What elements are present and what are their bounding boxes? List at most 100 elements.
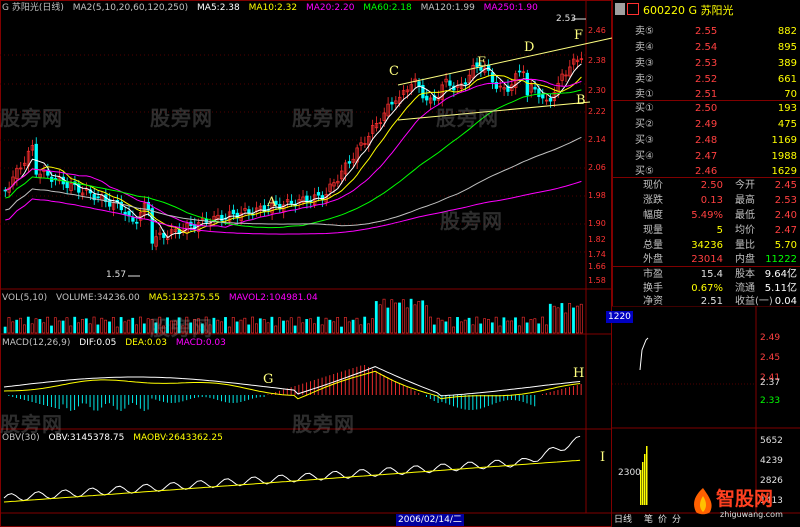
volume-bar [282, 320, 285, 334]
sell-row-4[interactable]: 卖④ 2.54 895 [613, 40, 800, 55]
stat-val: 2.45 [774, 180, 797, 191]
volume-bar [429, 316, 432, 334]
sell-vol: 882 [777, 26, 797, 37]
fund-key: 市盈 [643, 269, 663, 280]
volume-bar [510, 320, 514, 334]
volume-bar [517, 325, 521, 334]
volume-bar [541, 316, 544, 334]
vol-mavol2: MAVOL2:104981.04 [228, 293, 318, 303]
stat-key: 现价 [643, 180, 663, 191]
tab-tick[interactable]: 笔 [644, 514, 653, 527]
volume-bar [262, 319, 266, 334]
volume-bar [347, 321, 351, 334]
tab-minute[interactable]: 分 [672, 514, 681, 527]
volume-bar [390, 299, 394, 334]
fund-row: 市盈 15.4 股本 9.64亿 [613, 267, 800, 282]
volume-bar [483, 318, 486, 334]
volume-bar [247, 324, 251, 334]
stat-val: 5.49% [691, 210, 723, 221]
volume-bar [394, 302, 398, 334]
sell-row-2[interactable]: 卖② 2.52 661 [613, 72, 800, 87]
volume-bar [104, 319, 108, 334]
sell-row-5[interactable]: 卖⑤ 2.55 882 [613, 24, 800, 39]
tab-daily[interactable]: 日线 [614, 514, 632, 527]
buy-row-4[interactable]: 买④ 2.47 1988 [613, 149, 800, 164]
price-tick: 2.06 [588, 163, 606, 172]
candle-body [347, 161, 352, 164]
stat-key: 均价 [735, 225, 755, 236]
ma20-value: MA20:2.20 [305, 3, 355, 13]
buy-row-1[interactable]: 买① 2.50 193 [613, 101, 800, 116]
volume-bar [371, 318, 374, 334]
volume-bar [444, 321, 448, 334]
sell-price: 2.53 [695, 58, 718, 69]
volume-bar [448, 317, 452, 334]
volume-bar [146, 318, 150, 334]
volume-bar [359, 324, 363, 334]
sell-row-3[interactable]: 卖③ 2.53 389 [613, 56, 800, 71]
mini-volume-bar [644, 454, 646, 505]
volume-bar [552, 305, 556, 334]
volume-bar [111, 317, 115, 334]
volume-bar [7, 317, 11, 334]
volume-bar [401, 299, 405, 334]
volume-bar [328, 319, 332, 334]
watermark: 股旁网 [440, 209, 503, 233]
logo-url: zhiguwang.com [720, 510, 783, 519]
volume-bar [351, 319, 355, 334]
annotation-d: D [524, 40, 535, 55]
volume-bar [42, 322, 46, 334]
candle-body [65, 181, 69, 189]
volume-bar [525, 322, 529, 334]
volume-bar [313, 323, 316, 334]
volume-bar [30, 323, 34, 334]
price-tick: 2.38 [588, 56, 606, 65]
volume-bar [15, 319, 19, 334]
volume-bar [556, 307, 560, 334]
volume-bar [34, 318, 38, 334]
menu-icon[interactable] [615, 3, 625, 15]
mini-axis-tick: 2.37 [760, 378, 781, 388]
buy-row-2[interactable]: 买② 2.49 475 [613, 117, 800, 132]
volume-bar [490, 322, 494, 334]
buy-price: 2.48 [695, 135, 718, 146]
dea-line [3, 370, 581, 400]
stat-key: 总量 [643, 240, 663, 251]
volume-bar [255, 323, 258, 334]
maobv-line [3, 459, 581, 503]
candle-body [231, 209, 236, 215]
stat-key: 涨跌 [643, 195, 663, 206]
watermark: 股旁网 [0, 412, 63, 436]
volume-bar [506, 320, 510, 334]
mini-volume-bar [646, 446, 648, 505]
volume-bar [494, 316, 498, 334]
watermark: 股旁网 [292, 412, 355, 436]
volume-bar [65, 317, 69, 334]
stat-row: 现量 5 均价 2.47 [613, 223, 800, 238]
volume-bar [297, 316, 301, 334]
buy-row-3[interactable]: 买③ 2.48 1169 [613, 133, 800, 148]
fund-val: 15.4 [700, 269, 723, 280]
volume-bar [316, 316, 320, 334]
tab-price[interactable]: 价 [658, 514, 667, 527]
volume-bar [386, 307, 390, 334]
macd-dif: DIF:0.05 [79, 338, 117, 348]
volume-bar [301, 322, 305, 334]
buy-label: 买④ [635, 151, 654, 162]
candle-body [247, 209, 251, 214]
buy-vol: 1169 [771, 135, 797, 146]
watermark: 股旁网 [0, 106, 63, 130]
volume-bar [220, 321, 224, 334]
mini-price-line [639, 337, 649, 371]
annotation-c: C [389, 64, 399, 79]
volume-bar [285, 320, 289, 334]
ma10-value: MA10:2.32 [248, 3, 298, 13]
volume-bar [452, 326, 456, 334]
volume-bar [405, 307, 409, 334]
volume-bar [57, 320, 61, 334]
sell-price: 2.54 [695, 42, 718, 53]
quote-title: 600220 G 苏阳光 [643, 4, 734, 17]
volume-bar [467, 317, 471, 334]
annotation-a: A [267, 195, 277, 210]
volume-bar [50, 325, 53, 334]
